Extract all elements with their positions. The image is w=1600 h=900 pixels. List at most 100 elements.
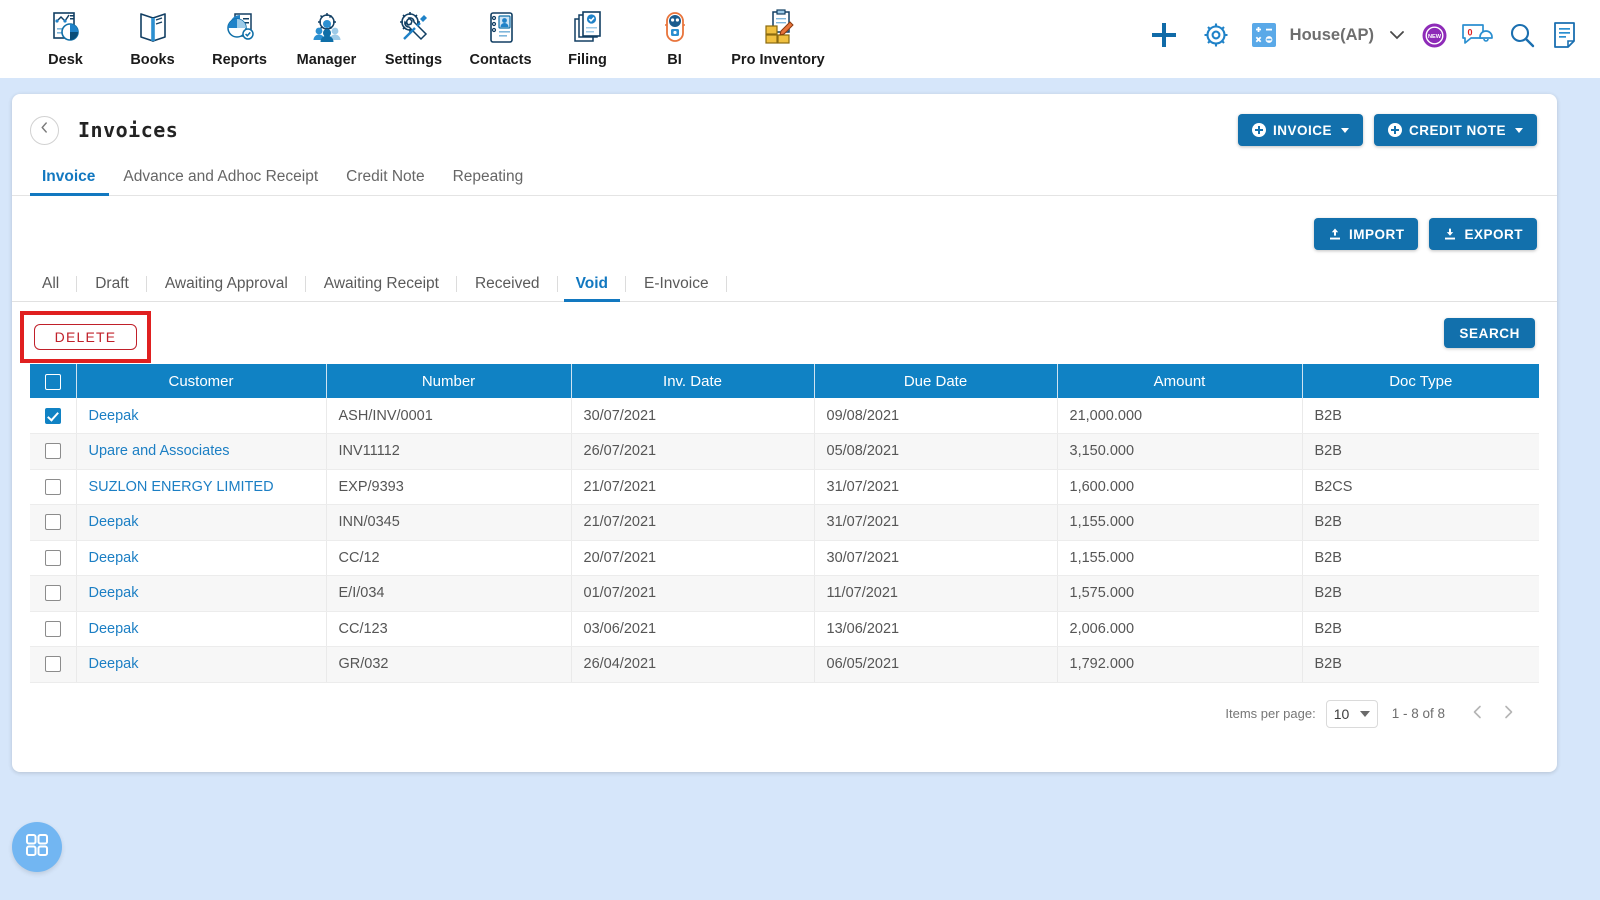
search-icon[interactable]	[1500, 21, 1544, 49]
table-row[interactable]: SUZLON ENERGY LIMITED EXP/9393 21/07/202…	[30, 469, 1539, 505]
gear-icon[interactable]	[1190, 20, 1242, 50]
chat-bell-icon[interactable]: 0	[1454, 21, 1500, 49]
row-checkbox[interactable]	[44, 478, 61, 495]
row-checkbox[interactable]	[44, 443, 61, 460]
nav-item-settings[interactable]: Settings	[370, 0, 457, 68]
column-header-customer[interactable]: Customer	[76, 364, 327, 398]
table-row[interactable]: Deepak CC/123 03/06/2021 13/06/2021 2,00…	[30, 611, 1539, 647]
table-row[interactable]: Deepak GR/032 26/04/2021 06/05/2021 1,79…	[30, 646, 1539, 683]
cell-customer: Upare and Associates	[76, 433, 327, 470]
next-page-button[interactable]	[1493, 699, 1523, 729]
table-row[interactable]: Deepak CC/12 20/07/2021 30/07/2021 1,155…	[30, 540, 1539, 576]
status-filter-label: Awaiting Approval	[164, 275, 288, 292]
column-header-inv-date[interactable]: Inv. Date	[571, 364, 815, 398]
organization-name[interactable]: House(AP)	[1290, 26, 1374, 45]
table-row[interactable]: Deepak INN/0345 21/07/2021 31/07/2021 1,…	[30, 504, 1539, 541]
calculator-icon[interactable]	[1242, 22, 1286, 48]
cell-number: INV11112	[326, 433, 572, 470]
customer-link[interactable]: Deepak	[89, 514, 139, 530]
cell-customer: Deepak	[76, 646, 327, 683]
status-filter-e-invoice[interactable]: E-Invoice	[626, 275, 727, 301]
customer-link[interactable]: Deepak	[89, 585, 139, 601]
nav-label: Manager	[296, 52, 357, 68]
nav-item-books[interactable]: Books	[109, 0, 196, 68]
import-button[interactable]: IMPORT	[1313, 218, 1419, 250]
nav-item-bi[interactable]: BI	[631, 0, 718, 68]
pro-inventory-boxes-icon	[759, 6, 797, 50]
row-checkbox[interactable]	[44, 407, 61, 424]
new-credit-note-button[interactable]: CREDIT NOTE	[1373, 114, 1537, 146]
new-invoice-button[interactable]: INVOICE	[1237, 114, 1363, 146]
column-header-number[interactable]: Number	[326, 364, 572, 398]
export-button[interactable]: EXPORT	[1429, 218, 1537, 250]
table-row[interactable]: Upare and Associates INV11112 26/07/2021…	[30, 433, 1539, 470]
status-filter-received[interactable]: Received	[457, 275, 558, 301]
back-button[interactable]	[30, 115, 59, 145]
status-filter-label: E-Invoice	[644, 275, 709, 292]
row-select-cell[interactable]	[30, 646, 77, 683]
table-row[interactable]: Deepak ASH/INV/0001 30/07/2021 09/08/202…	[30, 398, 1539, 434]
select-all-checkbox[interactable]	[44, 373, 61, 390]
cell-inv-date: 21/07/2021	[571, 504, 815, 541]
customer-link[interactable]: Deepak	[89, 656, 139, 672]
bi-robot-icon	[656, 6, 694, 50]
tab-invoice[interactable]: Invoice	[30, 168, 110, 196]
book-icon	[134, 6, 172, 50]
table-row[interactable]: Deepak E/I/034 01/07/2021 11/07/2021 1,5…	[30, 575, 1539, 612]
nav-item-pro-inventory[interactable]: Pro Inventory	[718, 0, 838, 68]
items-per-page-select[interactable]: 10	[1325, 699, 1378, 728]
status-filter-all[interactable]: All	[30, 275, 78, 301]
customer-link[interactable]: Upare and Associates	[89, 443, 230, 459]
row-checkbox[interactable]	[44, 514, 61, 531]
cell-doc-type: B2B	[1302, 398, 1539, 434]
row-checkbox[interactable]	[44, 620, 61, 637]
svg-text:0: 0	[1467, 28, 1472, 38]
cell-number: GR/032	[326, 646, 572, 683]
nav-item-desk[interactable]: Desk	[22, 0, 109, 68]
notepad-icon[interactable]	[1544, 21, 1586, 49]
nav-item-contacts[interactable]: Contacts	[457, 0, 544, 68]
nav-item-reports[interactable]: Reports	[196, 0, 283, 68]
status-filter-void[interactable]: Void	[558, 275, 626, 302]
cell-customer: Deepak	[76, 504, 327, 541]
column-header-due-date[interactable]: Due Date	[814, 364, 1058, 398]
row-select-cell[interactable]	[30, 398, 77, 434]
import-label: IMPORT	[1348, 226, 1405, 242]
tab-credit-note[interactable]: Credit Note	[332, 168, 438, 195]
cell-inv-date: 03/06/2021	[571, 611, 815, 647]
tab-repeating[interactable]: Repeating	[439, 168, 538, 195]
previous-page-button[interactable]	[1463, 699, 1493, 729]
status-filter-awaiting-approval[interactable]: Awaiting Approval	[147, 275, 306, 301]
plus-icon[interactable]	[1138, 20, 1190, 50]
column-header-amount[interactable]: Amount	[1057, 364, 1303, 398]
import-export-actions: IMPORT EXPORT	[12, 196, 1557, 250]
new-badge-icon[interactable]: NEW	[1414, 22, 1454, 49]
nav-item-filing[interactable]: Filing	[544, 0, 631, 68]
export-label: EXPORT	[1464, 226, 1523, 242]
status-filter-awaiting-receipt[interactable]: Awaiting Receipt	[306, 275, 457, 301]
tab-label: Invoice	[42, 168, 96, 185]
select-all-header-cell[interactable]	[30, 364, 77, 398]
row-select-cell[interactable]	[30, 611, 77, 647]
row-select-cell[interactable]	[30, 469, 77, 505]
customer-link[interactable]: Deepak	[89, 408, 139, 424]
chevron-down-icon[interactable]	[1380, 26, 1414, 44]
customer-link[interactable]: Deepak	[89, 550, 139, 566]
row-select-cell[interactable]	[30, 433, 77, 470]
row-select-cell[interactable]	[30, 504, 77, 541]
row-checkbox[interactable]	[44, 549, 61, 566]
row-checkbox[interactable]	[44, 585, 61, 602]
delete-button[interactable]: DELETE	[34, 324, 137, 350]
apps-launcher-button[interactable]	[12, 822, 62, 872]
tab-advance-and-adhoc-receipt[interactable]: Advance and Adhoc Receipt	[109, 168, 332, 195]
nav-item-manager[interactable]: Manager	[283, 0, 370, 68]
row-select-cell[interactable]	[30, 575, 77, 612]
customer-link[interactable]: Deepak	[89, 621, 139, 637]
row-checkbox[interactable]	[44, 656, 61, 673]
column-header-doc-type[interactable]: Doc Type	[1302, 364, 1539, 398]
search-button[interactable]: SEARCH	[1444, 318, 1535, 348]
row-select-cell[interactable]	[30, 540, 77, 576]
cell-customer: SUZLON ENERGY LIMITED	[76, 469, 327, 505]
status-filter-draft[interactable]: Draft	[77, 275, 147, 301]
customer-link[interactable]: SUZLON ENERGY LIMITED	[89, 479, 274, 495]
